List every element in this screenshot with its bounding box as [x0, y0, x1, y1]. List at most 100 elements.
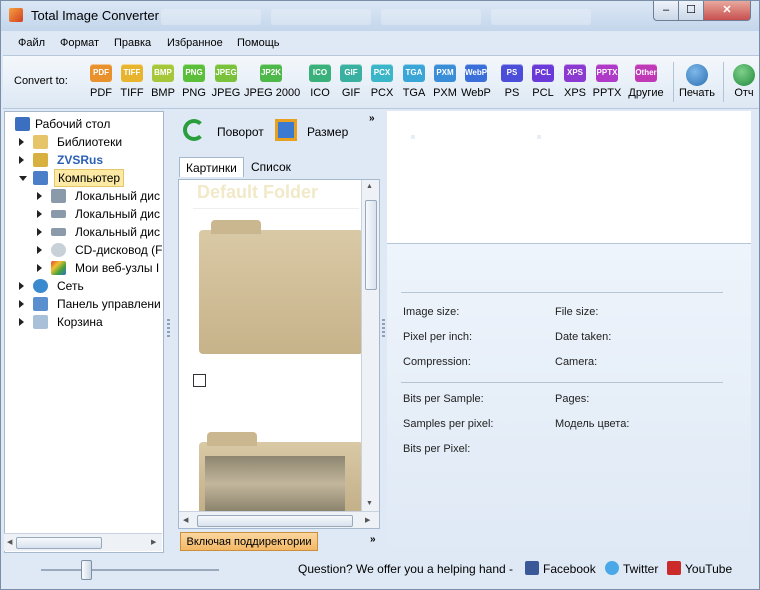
menu-edit[interactable]: Правка — [114, 37, 151, 49]
splitter-grip[interactable] — [167, 319, 170, 339]
format-label: PCL — [532, 87, 554, 99]
convert-to-pcl-button[interactable]: PCL PCL — [526, 64, 560, 99]
convert-to-pcx-button[interactable]: PCX PCX — [365, 64, 399, 99]
thumbnail-checkbox[interactable] — [193, 374, 206, 387]
chevron-right-icon[interactable]: » — [370, 534, 376, 545]
convert-to-pptx-button[interactable]: PPTX PPTX — [590, 64, 624, 99]
tree-item-control-panel[interactable]: Панель управлени — [19, 295, 163, 313]
user-folder-icon — [33, 153, 48, 167]
facebook-icon — [525, 561, 539, 575]
convert-to-другие-button[interactable]: Other Другие — [627, 64, 665, 99]
expand-arrow-icon[interactable] — [37, 210, 42, 218]
report-icon — [733, 64, 755, 86]
toolbar-separator — [723, 62, 724, 102]
collapse-arrow-icon[interactable] — [19, 176, 27, 181]
webp-format-icon: WebP — [465, 64, 487, 82]
report-label: Отч — [734, 87, 754, 99]
expand-arrow-icon[interactable] — [19, 300, 24, 308]
convert-to-jpeg-button[interactable]: JPEG JPEG — [209, 64, 243, 99]
chevron-right-icon[interactable]: » — [369, 113, 375, 124]
folder-tree: Рабочий стол Библиотеки ZVSRus Компьютер… — [4, 111, 164, 553]
scrollbar-thumb[interactable] — [197, 515, 353, 527]
tab-pictures[interactable]: Картинки — [179, 157, 244, 177]
pptx-format-icon: PPTX — [596, 64, 618, 82]
bits-per-pixel-label: Bits per Pixel: — [403, 443, 471, 455]
convert-to-tga-button[interactable]: TGA TGA — [397, 64, 431, 99]
convert-to-bmp-button[interactable]: BMP BMP — [146, 64, 180, 99]
scroll-left-icon[interactable]: ◀ — [7, 538, 12, 546]
resize-button[interactable]: Размер — [271, 113, 361, 149]
tree-item-cd-drive[interactable]: CD-дисковод (F — [37, 241, 163, 259]
image-size-label: Image size: — [403, 306, 460, 318]
tree-item-recycle-bin[interactable]: Корзина — [19, 313, 159, 331]
tree-item-computer[interactable]: Компьютер — [19, 169, 159, 187]
facebook-link[interactable]: Facebook — [525, 557, 601, 581]
thumbnails-vertical-scrollbar[interactable]: ▲ ▼ — [361, 180, 379, 512]
convert-to-tiff-button[interactable]: TIFF TIFF — [115, 64, 149, 99]
convert-to-webp-button[interactable]: WebP WebP — [459, 64, 493, 99]
tree-item-network[interactable]: Сеть — [19, 277, 159, 295]
twitter-link[interactable]: Twitter — [603, 557, 665, 581]
expand-arrow-icon[interactable] — [37, 246, 42, 254]
menu-favorites[interactable]: Избранное — [167, 37, 223, 49]
convert-to-jpeg-2000-button[interactable]: JP2K JPEG 2000 — [244, 64, 300, 99]
scroll-left-icon[interactable]: ◀ — [183, 516, 188, 524]
convert-to-ps-button[interactable]: PS PS — [495, 64, 529, 99]
menu-file[interactable]: Файл — [18, 37, 45, 49]
scroll-right-icon[interactable]: ▶ — [151, 538, 156, 546]
zoom-slider-track[interactable] — [41, 569, 219, 571]
convert-to-pxm-button[interactable]: PXM PXM — [428, 64, 462, 99]
thumbnails-view: Default Folder ▲ ▼ ◀ ▶ — [178, 179, 380, 529]
format-label: TGA — [402, 87, 426, 99]
jpeg-format-icon: JPEG — [215, 64, 237, 82]
drive-icon — [51, 210, 66, 218]
maximize-button[interactable]: ☐ — [678, 1, 704, 21]
include-subdirectories-button[interactable]: Включая поддиректории — [180, 532, 318, 551]
menu-format[interactable]: Формат — [60, 37, 99, 49]
scroll-right-icon[interactable]: ▶ — [365, 516, 370, 524]
scrollbar-thumb[interactable] — [365, 200, 377, 290]
drive-icon — [51, 189, 66, 203]
print-button[interactable]: Печать — [677, 64, 717, 99]
menu-help[interactable]: Помощь — [237, 37, 280, 49]
convert-to-pdf-button[interactable]: PDF PDF — [84, 64, 118, 99]
scroll-down-icon[interactable]: ▼ — [366, 500, 373, 507]
rotate-button[interactable]: Поворот — [177, 113, 269, 149]
image-tools-bar: Поворот Размер » — [177, 113, 382, 153]
expand-arrow-icon[interactable] — [37, 192, 42, 200]
tree-item-local-disk-2[interactable]: Локальный дис — [37, 205, 163, 223]
compression-label: Compression: — [403, 356, 471, 368]
tree-item-local-disk-1[interactable]: Локальный дис — [37, 187, 163, 205]
tree-item-local-disk-3[interactable]: Локальный дис — [37, 223, 163, 241]
thumbnails-horizontal-scrollbar[interactable]: ◀ ▶ — [179, 511, 379, 528]
expand-arrow-icon[interactable] — [19, 282, 24, 290]
expand-arrow-icon[interactable] — [19, 156, 24, 164]
tree-item-zvsrus[interactable]: ZVSRus — [19, 151, 159, 169]
scrollbar-thumb[interactable] — [16, 537, 102, 549]
report-button[interactable]: Отч — [727, 64, 760, 99]
expand-arrow-icon[interactable] — [19, 318, 24, 326]
youtube-link[interactable]: YouTube — [667, 557, 739, 581]
format-label: PXM — [433, 87, 457, 99]
splitter-grip[interactable] — [382, 319, 385, 339]
minimize-button[interactable]: ‒ — [653, 1, 679, 21]
background-tab — [381, 9, 481, 25]
zoom-slider-thumb[interactable] — [81, 560, 92, 580]
expand-arrow-icon[interactable] — [37, 264, 42, 272]
expand-arrow-icon[interactable] — [19, 138, 24, 146]
scroll-up-icon[interactable]: ▲ — [366, 183, 373, 190]
close-button[interactable]: ✕ — [703, 1, 751, 21]
tree-item-libraries[interactable]: Библиотеки — [19, 133, 159, 151]
expand-arrow-icon[interactable] — [37, 228, 42, 236]
convert-to-xps-button[interactable]: XPS XPS — [558, 64, 592, 99]
convert-toolbar: Convert to: PDF PDF TIFF TIFF BMP BMP PNG PNG JP… — [3, 55, 759, 109]
convert-to-ico-button[interactable]: ICO ICO — [303, 64, 337, 99]
tree-item-web-folders[interactable]: Мои веб-узлы I — [37, 259, 163, 277]
pcx-format-icon: PCX — [371, 64, 393, 82]
folder-thumbnail[interactable] — [199, 220, 363, 354]
convert-to-png-button[interactable]: PNG PNG — [177, 64, 211, 99]
convert-to-gif-button[interactable]: GIF GIF — [334, 64, 368, 99]
tab-list[interactable]: Список — [245, 157, 297, 177]
rotate-label: Поворот — [217, 125, 264, 139]
tree-horizontal-scrollbar[interactable]: ◀ ▶ — [4, 533, 162, 551]
